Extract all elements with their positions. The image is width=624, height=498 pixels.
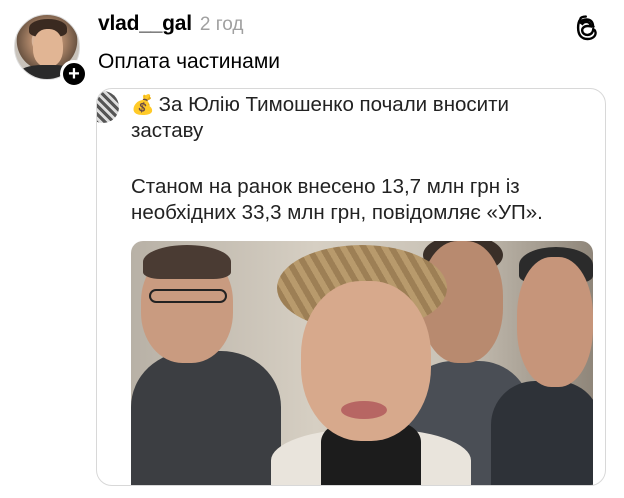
photo-center-lips	[341, 401, 387, 419]
quoted-post-card[interactable]: 💰 За Юлію Тимошенко почали вносити застав…	[96, 88, 606, 486]
author-avatar[interactable]: +	[14, 14, 88, 88]
photo-person-right-head	[517, 257, 593, 387]
money-bag-icon: 💰	[131, 95, 155, 116]
follow-plus-icon[interactable]: +	[60, 60, 88, 88]
quote-line-1-text: За Юлію Тимошенко почали вносити	[158, 93, 509, 116]
photo-person-left-hair	[143, 245, 231, 279]
quoted-avatar[interactable]	[97, 91, 119, 123]
quote-line-4: необхідних 33,3 млн грн, повідомляє «УП»…	[131, 201, 543, 224]
post-text: Оплата частинами	[98, 50, 280, 73]
photo-person-right-body	[491, 381, 593, 485]
post-time: 2 год	[199, 14, 244, 35]
avatar-face	[33, 29, 63, 67]
post-header: vlad__gal 2 год	[98, 12, 244, 42]
threads-icon[interactable]	[574, 14, 602, 42]
photo-person-left-body	[131, 351, 281, 485]
quote-line-3: Станом на ранок внесено 13,7 млн грн із	[131, 175, 520, 198]
quoted-post-photo[interactable]	[131, 241, 593, 485]
username[interactable]: vlad__gal	[98, 12, 192, 36]
quote-line-2: заставу	[131, 119, 204, 142]
photo-glasses	[149, 289, 227, 303]
quote-line-1: 💰 За Юлію Тимошенко почали вносити	[131, 93, 509, 117]
